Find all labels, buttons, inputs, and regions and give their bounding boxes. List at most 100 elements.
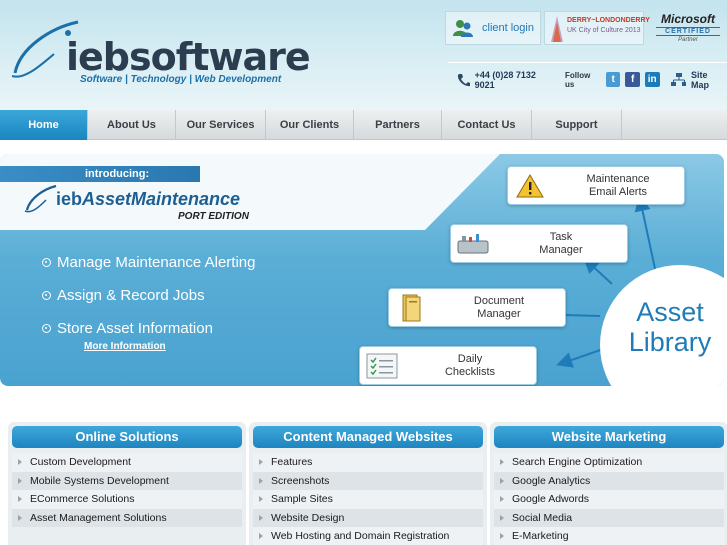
microsoft-certified-badge[interactable]: Microsoft CERTIFIED Partner (652, 12, 724, 46)
column-list: Features Screenshots Sample Sites Websit… (253, 453, 483, 545)
list-item[interactable]: Google Adwords (494, 490, 724, 509)
column-online-solutions: Online Solutions Custom Development Mobi… (8, 422, 246, 545)
callout-line: Daily (457, 352, 483, 365)
list-item-label: E-Marketing (512, 530, 569, 543)
arrow-to-tasks (583, 257, 613, 285)
list-item[interactable]: Custom Development (12, 453, 242, 472)
arrow-right-icon (259, 459, 263, 466)
list-item-label: Asset Management Solutions (30, 511, 167, 524)
list-item[interactable]: Sample Sites (253, 490, 483, 509)
city-badge-subtitle: UK City of Culture 2013 (567, 27, 641, 34)
callout-task-manager[interactable]: Task Manager (450, 224, 628, 263)
page: iebsoftware Software | Technology | Web … (0, 0, 727, 545)
list-item[interactable]: Website Design (253, 508, 483, 527)
column-list: Custom Development Mobile Systems Develo… (12, 453, 242, 527)
list-item[interactable]: E-Marketing (494, 527, 724, 545)
ms-badge-certified: CERTIFIED (656, 27, 720, 36)
contact-bar: +44 (0)28 7132 9021 Follow us t f in Sit… (448, 62, 727, 96)
sitemap-icon[interactable] (670, 72, 687, 87)
callout-line: Manager (539, 243, 583, 256)
column-title[interactable]: Website Marketing (494, 426, 724, 448)
arrow-right-icon (500, 477, 504, 484)
follow-us-label: Follow us (565, 70, 591, 89)
column-title[interactable]: Content Managed Websites (253, 426, 483, 448)
callout-line: Task (549, 230, 573, 243)
column-website-marketing: Website Marketing Search Engine Optimiza… (490, 422, 727, 545)
city-badge-title: DERRY~LONDONDERRY (567, 17, 650, 24)
asset-library-label: Asset Library (628, 297, 712, 357)
callout-text: Daily Checklists (404, 353, 536, 379)
list-item-label: Screenshots (271, 474, 330, 487)
column-content-managed-websites: Content Managed Websites Features Screen… (249, 422, 487, 545)
nav-our-clients[interactable]: Our Clients (266, 110, 354, 140)
arrow-right-icon (500, 514, 504, 521)
list-item[interactable]: Google Analytics (494, 471, 724, 490)
column-title[interactable]: Online Solutions (12, 426, 242, 448)
nav-about-us[interactable]: About Us (88, 110, 176, 140)
nav-contact-us[interactable]: Contact Us (442, 110, 532, 140)
list-item-label: Web Hosting and Domain Registration (271, 530, 450, 543)
logo[interactable]: iebsoftware Software | Technology | Web … (10, 18, 311, 90)
arrow-right-icon (259, 533, 263, 540)
client-login-button[interactable]: client login (445, 11, 541, 45)
nav-our-services[interactable]: Our Services (176, 110, 266, 140)
warning-icon (508, 167, 552, 204)
logo-wordmark: iebsoftware (66, 35, 311, 79)
twitter-icon[interactable]: t (605, 72, 621, 87)
city-culture-logo-icon (551, 16, 563, 42)
list-item[interactable]: Features (253, 453, 483, 472)
list-item-label: Google Analytics (512, 474, 591, 487)
callout-line: Manager (477, 307, 521, 320)
callout-document-manager[interactable]: Document Manager (388, 288, 566, 327)
callout-maintenance-alerts[interactable]: Maintenance Email Alerts (507, 166, 685, 205)
phone-number: +44 (0)28 7132 9021 (474, 69, 536, 90)
ms-badge-brand: Microsoft (661, 12, 715, 26)
client-login-label: client login (482, 22, 534, 34)
list-item[interactable]: Social Media (494, 508, 724, 527)
phone-icon (457, 73, 470, 86)
column-list: Search Engine Optimization Google Analyt… (494, 453, 724, 545)
arrow-right-icon (18, 477, 22, 484)
promo-banner[interactable]: introducing: iebAssetMaintenance PORT ED… (0, 154, 724, 386)
users-icon (453, 20, 473, 37)
callout-line: Checklists (444, 365, 496, 378)
checklist-icon (360, 347, 404, 384)
arrow-right-icon (18, 496, 22, 503)
nav-home[interactable]: Home (0, 110, 88, 140)
callout-text: Task Manager (495, 231, 627, 257)
callout-line: Maintenance (586, 172, 650, 185)
list-item-label: Features (271, 456, 313, 469)
callout-daily-checklists[interactable]: Daily Checklists (359, 346, 537, 385)
facebook-icon[interactable]: f (625, 72, 640, 87)
list-item[interactable]: Asset Management Solutions (12, 508, 242, 527)
list-item[interactable]: ECommerce Solutions (12, 490, 242, 509)
folder-icon (389, 289, 433, 326)
arrow-right-icon (18, 459, 22, 466)
linkedin-icon[interactable]: in (644, 72, 660, 87)
toolbox-icon (451, 225, 495, 262)
list-item-label: Mobile Systems Development (30, 474, 169, 487)
city-of-culture-badge[interactable]: DERRY~LONDONDERRY UK City of Culture 201… (544, 11, 650, 45)
arrow-right-icon (500, 533, 504, 540)
arrow-right-icon (259, 496, 263, 503)
list-item-label: Sample Sites (271, 493, 333, 506)
arrow-right-icon (259, 514, 263, 521)
callout-text: Maintenance Email Alerts (552, 173, 684, 199)
list-item[interactable]: Web Hosting and Domain Registration (253, 527, 483, 545)
list-item[interactable]: Search Engine Optimization (494, 453, 724, 472)
ms-badge-partner: Partner (678, 37, 698, 43)
list-item-label: ECommerce Solutions (30, 493, 135, 506)
nav-support[interactable]: Support (532, 110, 622, 140)
list-item[interactable]: Mobile Systems Development (12, 471, 242, 490)
callout-line: Email Alerts (588, 185, 648, 198)
list-item-label: Search Engine Optimization (512, 456, 643, 469)
arrow-right-icon (500, 496, 504, 503)
arrow-right-icon (18, 514, 22, 521)
list-item[interactable]: Screenshots (253, 471, 483, 490)
list-item-label: Google Adwords (512, 493, 590, 506)
arrow-right-icon (500, 459, 504, 466)
nav-partners[interactable]: Partners (354, 110, 442, 140)
site-map-link[interactable]: Site Map (691, 70, 727, 90)
main-nav: Home About Us Our Services Our Clients P… (0, 110, 727, 140)
logo-tagline: Software | Technology | Web Development (80, 74, 282, 85)
